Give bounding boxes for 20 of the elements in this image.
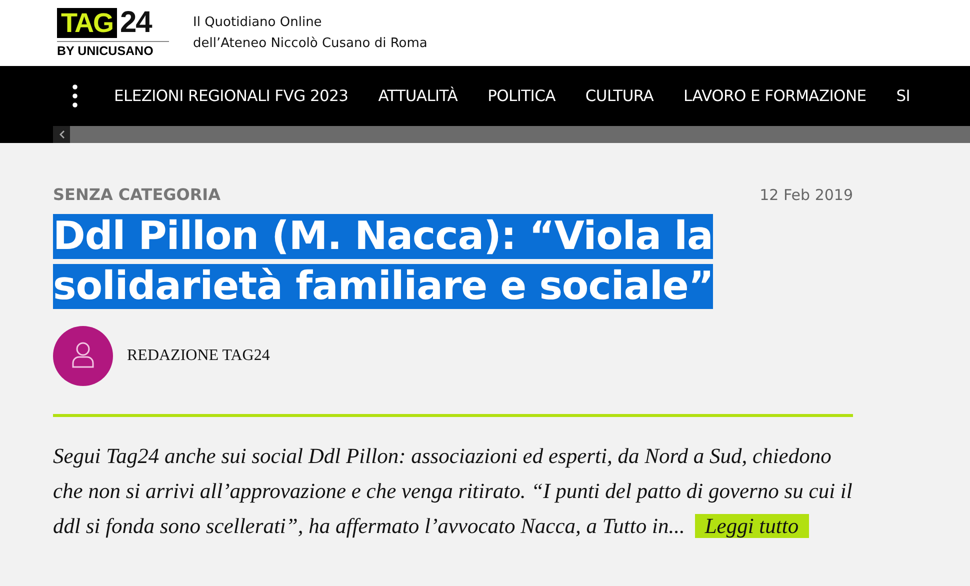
- scrollbar[interactable]: [53, 126, 970, 143]
- nav-link[interactable]: SI: [896, 87, 910, 105]
- chevron-left-icon[interactable]: [58, 130, 64, 139]
- article-excerpt: Segui Tag24 anche sui social Ddl Pillon: associazioni ed esperti, da Nord a Sud, chiedono che non si arrivi all’approvazione e che venga ritirato. “I punti del patto di governo su cui il ddl si fonda sono scellerati”, ha affermato l’avvocato Nacca, a Tutto in... Leggi tutto: [53, 443, 853, 540]
- logo-byline: BY UNICUSANO: [57, 41, 169, 58]
- read-more-link[interactable]: Leggi tutto: [694, 514, 809, 538]
- author-name[interactable]: REDAZIONE TAG24: [127, 347, 270, 365]
- logo-mark[interactable]: TAG: [57, 8, 117, 38]
- article-title: Ddl Pillon (M. Nacca): “Viola la solidarietà familiare e sociale”: [53, 213, 714, 311]
- avatar-icon: [53, 326, 113, 386]
- nav-link[interactable]: POLITICA: [488, 87, 556, 105]
- logo-number: 24: [120, 8, 152, 38]
- tagline: Il Quotidiano Online: [193, 14, 323, 32]
- category-label[interactable]: SENZA CATEGORIA: [53, 185, 221, 204]
- nav-link[interactable]: LAVORO E FORMAZIONE: [684, 87, 866, 105]
- nav-link[interactable]: ATTUALITÀ: [378, 87, 458, 105]
- nav-link[interactable]: CULTURA: [585, 87, 654, 105]
- tagline: dell’Ateneo Niccolò Cusano di Roma: [193, 35, 428, 53]
- article-date: 12 Feb 2019: [760, 186, 853, 204]
- nav-link[interactable]: ELEZIONI REGIONALI FVG 2023: [114, 87, 348, 105]
